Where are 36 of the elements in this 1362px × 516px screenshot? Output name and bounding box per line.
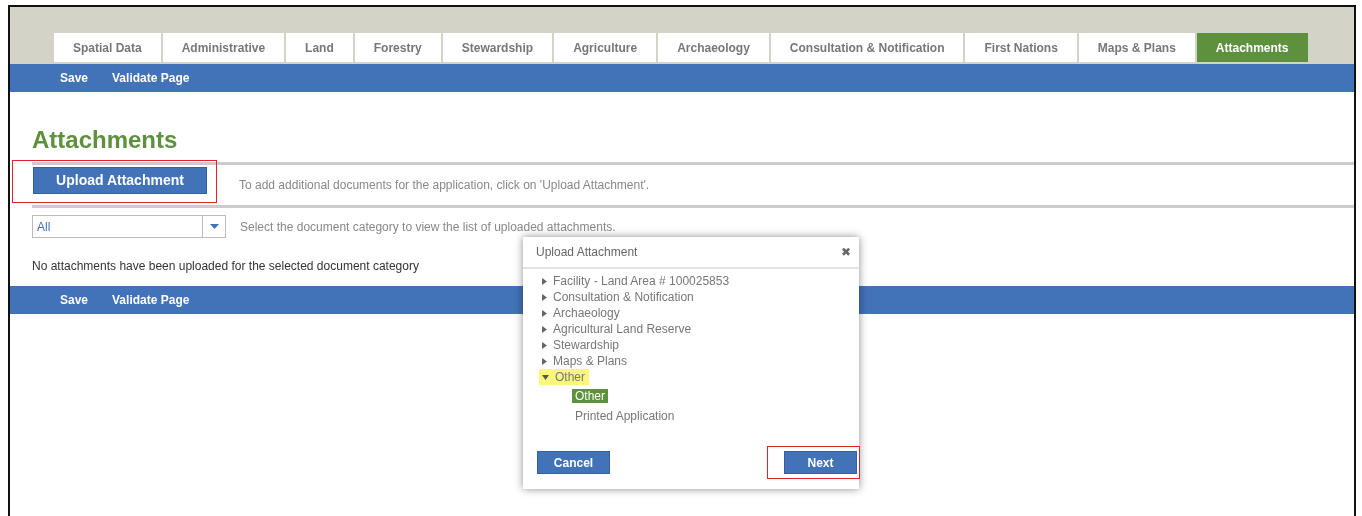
nav-tab[interactable]: Maps & Plans: [1078, 33, 1195, 62]
cancel-button[interactable]: Cancel: [537, 451, 610, 474]
tree-item[interactable]: Archaeology: [539, 305, 624, 321]
category-hint: Select the document category to view the list of uploaded attachments.: [240, 219, 616, 234]
tree-item[interactable]: Maps & Plans: [539, 353, 632, 369]
empty-message: No attachments have been uploaded for the selected document category: [32, 259, 419, 273]
dialog-title: Upload Attachment: [536, 245, 638, 259]
collapse-icon: [542, 374, 549, 380]
nav-tab[interactable]: Archaeology: [658, 33, 769, 62]
close-button[interactable]: ✖: [841, 245, 851, 259]
tree-leaf[interactable]: Other: [572, 389, 608, 403]
tree-leaf[interactable]: Printed Application: [572, 409, 678, 423]
nav-tab[interactable]: Forestry: [354, 33, 441, 62]
tree-item[interactable]: Stewardship: [539, 337, 624, 353]
action-link[interactable]: Save: [60, 71, 89, 85]
nav-tab[interactable]: Stewardship: [442, 33, 553, 62]
nav-tab[interactable]: Attachments: [1196, 33, 1308, 62]
action-link[interactable]: Validate Page: [112, 293, 190, 307]
nav-tab[interactable]: Agriculture: [554, 33, 657, 62]
nav-tab[interactable]: Consultation & Notification: [770, 33, 964, 62]
tree-item[interactable]: Consultation & Notification: [539, 289, 698, 305]
next-button[interactable]: Next: [784, 451, 857, 474]
tree-item[interactable]: Agricultural Land Reserve: [539, 321, 696, 337]
page-title: Attachments: [32, 125, 179, 155]
nav-tab[interactable]: First Nations: [965, 33, 1077, 62]
caret-icon: [209, 224, 219, 229]
action-link[interactable]: Validate Page: [112, 71, 190, 85]
upload-button[interactable]: Upload Attachment: [33, 166, 207, 194]
upload-hint: To add additional documents for the application, click on 'Upload Attachment'.: [239, 178, 650, 192]
nav-tab[interactable]: Spatial Data: [54, 33, 161, 62]
category-select[interactable]: All: [32, 215, 226, 238]
action-link[interactable]: Save: [60, 293, 89, 307]
tree-item[interactable]: Facility - Land Area # 100025853: [539, 273, 734, 289]
nav-tab[interactable]: Administrative: [162, 33, 285, 62]
tree-item[interactable]: Other: [539, 369, 589, 385]
nav-tab[interactable]: Land: [286, 33, 353, 62]
